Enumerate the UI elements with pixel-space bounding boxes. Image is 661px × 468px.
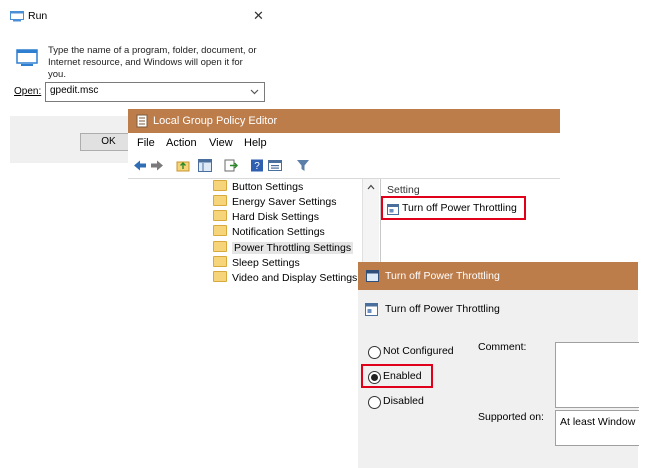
radio-disabled[interactable] [368, 396, 381, 409]
tree-item[interactable]: Button Settings [213, 180, 303, 195]
chevron-down-icon[interactable] [250, 89, 259, 95]
scroll-up-icon[interactable] [367, 184, 375, 190]
policy-setting-icon [387, 204, 399, 215]
comment-label: Comment: [478, 341, 527, 353]
folder-icon [213, 195, 227, 206]
folder-icon [213, 271, 227, 282]
folder-icon [213, 210, 227, 221]
comment-textarea[interactable] [555, 342, 639, 408]
tree-item-label: Energy Saver Settings [232, 196, 337, 208]
gpe-titlebar[interactable]: Local Group Policy Editor [128, 109, 560, 133]
run-title: Run [28, 10, 48, 22]
gpe-toolbar: ? [128, 154, 560, 179]
tree-item-label: Hard Disk Settings [232, 211, 319, 223]
tree-item-label: Video and Display Settings [232, 272, 358, 284]
supported-on-label: Supported on: [478, 411, 544, 423]
tree-item[interactable]: Energy Saver Settings [213, 195, 336, 210]
radio-enabled[interactable] [368, 371, 381, 384]
forward-arrow-icon[interactable] [150, 159, 164, 172]
tree-item[interactable]: Hard Disk Settings [213, 210, 319, 225]
export-list-icon[interactable] [224, 159, 238, 172]
command-input[interactable]: gpedit.msc [45, 82, 265, 102]
back-arrow-icon[interactable] [133, 159, 147, 172]
open-label: Open: [14, 86, 42, 97]
policy-setting-dialog: Turn off Power Throttling Turn off Power… [358, 262, 639, 468]
help-icon[interactable]: ? [250, 159, 264, 172]
gpe-title: Local Group Policy Editor [153, 115, 278, 127]
folder-icon [213, 241, 227, 252]
policy-tree: Button Settings Energy Saver Settings Ha… [128, 179, 376, 291]
policy-setting-icon [365, 303, 378, 316]
policy-editor-icon [136, 114, 148, 128]
menu-action[interactable]: Action [166, 137, 197, 149]
supported-on-box: At least Window [555, 410, 639, 446]
filter-icon[interactable] [296, 159, 310, 172]
radio-not-configured[interactable] [368, 346, 381, 359]
tree-item-selected[interactable]: Power Throttling Settings [213, 241, 354, 256]
policy-setting-icon [366, 270, 379, 282]
supported-on-value: At least Window [560, 416, 636, 428]
tree-item-label: Notification Settings [232, 226, 325, 238]
run-big-icon [16, 49, 38, 66]
tree-item[interactable]: Sleep Settings [213, 256, 300, 271]
radio-label-disabled[interactable]: Disabled [383, 395, 424, 407]
menu-view[interactable]: View [209, 137, 233, 149]
tree-item-label: Button Settings [232, 181, 304, 193]
tree-item[interactable]: Video and Display Settings [213, 271, 357, 286]
gpe-menubar: File Action View Help [128, 133, 560, 154]
menu-file[interactable]: File [137, 137, 155, 149]
run-titlebar[interactable]: Run ✕ [0, 0, 272, 32]
folder-icon [213, 180, 227, 191]
show-hide-tree-icon[interactable] [198, 159, 212, 172]
dialog-header-band: Turn off Power Throttling [358, 290, 638, 330]
radio-label-enabled[interactable]: Enabled [383, 370, 422, 382]
dialog-titlebar[interactable]: Turn off Power Throttling [358, 262, 638, 290]
dialog-heading: Turn off Power Throttling [385, 303, 500, 315]
command-value: gpedit.msc [50, 85, 99, 96]
radio-label-not-configured[interactable]: Not Configured [383, 345, 454, 357]
folder-icon [213, 225, 227, 236]
dialog-title: Turn off Power Throttling [385, 270, 500, 282]
setting-row-turn-off-power-throttling[interactable]: Turn off Power Throttling [402, 202, 517, 214]
menu-help[interactable]: Help [244, 137, 267, 149]
run-app-icon [10, 11, 24, 22]
properties-icon[interactable] [268, 159, 282, 172]
svg-text:?: ? [254, 161, 260, 172]
run-description: Type the name of a program, folder, docu… [48, 45, 257, 80]
close-icon[interactable]: ✕ [253, 8, 264, 24]
folder-icon [213, 256, 227, 267]
tree-item-label: Sleep Settings [232, 257, 300, 269]
up-folder-icon[interactable] [176, 159, 190, 172]
tree-item[interactable]: Notification Settings [213, 225, 325, 240]
tree-item-label: Power Throttling Settings [232, 242, 354, 254]
dialog-body: Not Configured Enabled Disabled Comment:… [358, 330, 639, 468]
column-header-setting[interactable]: Setting [387, 184, 420, 196]
